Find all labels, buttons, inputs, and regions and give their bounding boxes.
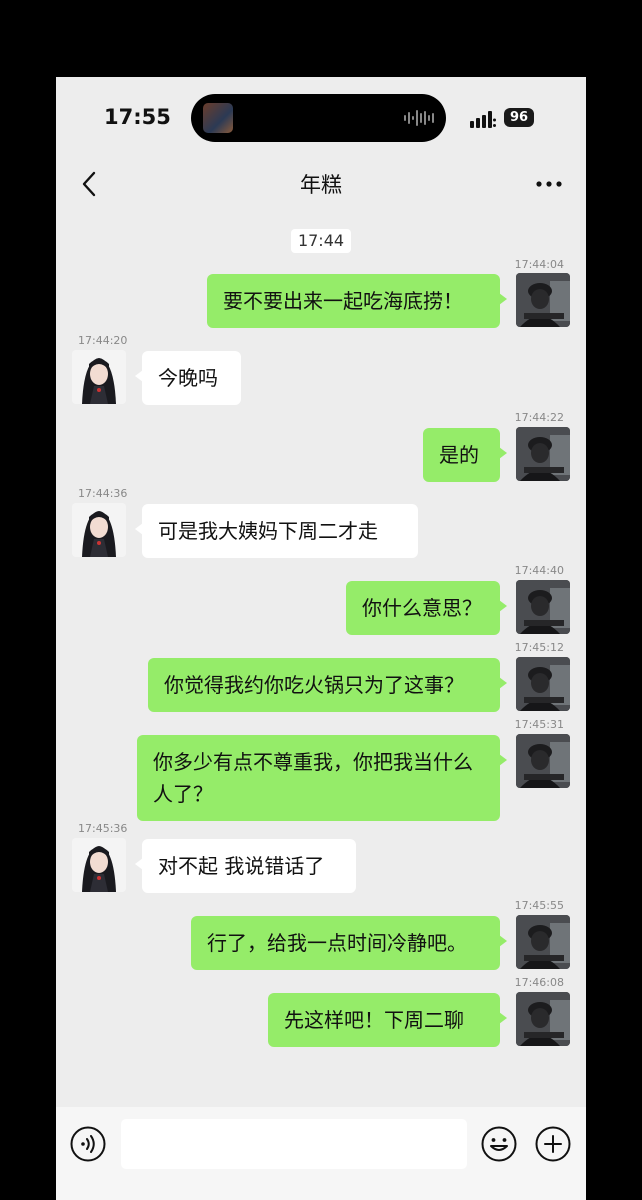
- message-timestamp: 17:44:40: [514, 564, 564, 577]
- plus-icon[interactable]: [534, 1125, 572, 1163]
- message-bubble-received[interactable]: 对不起 我说错话了: [135, 839, 356, 893]
- message-bubble-sent[interactable]: 先这样吧！下周二聊: [268, 993, 507, 1047]
- message-timestamp: 17:45:55: [514, 899, 564, 912]
- audio-wave-icon: [404, 110, 434, 126]
- status-bar: 17:55 96: [56, 77, 586, 161]
- signal-icon: [470, 111, 496, 128]
- contact-avatar[interactable]: [72, 503, 126, 557]
- chat-title: 年糕: [300, 173, 342, 197]
- my-avatar[interactable]: [516, 273, 570, 327]
- phone-screen: 17:55 96 年糕 17:44 17:44:04 要不要出来一起吃海底捞！ …: [56, 77, 586, 1200]
- message-bubble-received[interactable]: 今晚吗: [135, 351, 241, 405]
- chat-header: 年糕: [56, 161, 586, 211]
- message-input[interactable]: [121, 1119, 467, 1169]
- message-timestamp: 17:44:36: [78, 487, 128, 500]
- my-avatar[interactable]: [516, 915, 570, 969]
- message-timestamp: 17:44:20: [78, 334, 128, 347]
- time-divider: 17:44: [291, 229, 351, 253]
- message-bubble-sent[interactable]: 要不要出来一起吃海底捞！: [207, 274, 507, 328]
- my-avatar[interactable]: [516, 734, 570, 788]
- message-bubble-sent[interactable]: 是的: [423, 428, 507, 482]
- battery-indicator: 96: [504, 108, 534, 127]
- message-bubble-sent[interactable]: 你觉得我约你吃火锅只为了这事？: [148, 658, 507, 712]
- my-avatar[interactable]: [516, 992, 570, 1046]
- message-bubble-sent[interactable]: 你多少有点不尊重我，你把我当什么人了？: [137, 735, 507, 821]
- message-timestamp: 17:45:12: [514, 641, 564, 654]
- voice-icon[interactable]: [69, 1125, 107, 1163]
- my-avatar[interactable]: [516, 657, 570, 711]
- message-timestamp: 17:46:08: [514, 976, 564, 989]
- contact-avatar[interactable]: [72, 350, 126, 404]
- message-timestamp: 17:45:36: [78, 822, 128, 835]
- message-timestamp: 17:44:04: [514, 258, 564, 271]
- now-playing-thumbnail: [203, 103, 233, 133]
- dynamic-island[interactable]: [191, 94, 446, 142]
- message-bubble-sent[interactable]: 你什么意思？: [346, 581, 507, 635]
- input-bar: [56, 1107, 586, 1200]
- message-timestamp: 17:44:22: [514, 411, 564, 424]
- my-avatar[interactable]: [516, 580, 570, 634]
- contact-avatar[interactable]: [72, 838, 126, 892]
- message-list[interactable]: 17:44 17:44:04 要不要出来一起吃海底捞！ 17:44:20 今晚吗…: [56, 217, 586, 1107]
- more-options-icon[interactable]: [536, 179, 562, 189]
- emoji-icon[interactable]: [480, 1125, 518, 1163]
- message-timestamp: 17:45:31: [514, 718, 564, 731]
- my-avatar[interactable]: [516, 427, 570, 481]
- message-bubble-received[interactable]: 可是我大姨妈下周二才走: [135, 504, 418, 558]
- message-bubble-sent[interactable]: 行了，给我一点时间冷静吧。: [191, 916, 507, 970]
- status-time: 17:55: [104, 105, 171, 129]
